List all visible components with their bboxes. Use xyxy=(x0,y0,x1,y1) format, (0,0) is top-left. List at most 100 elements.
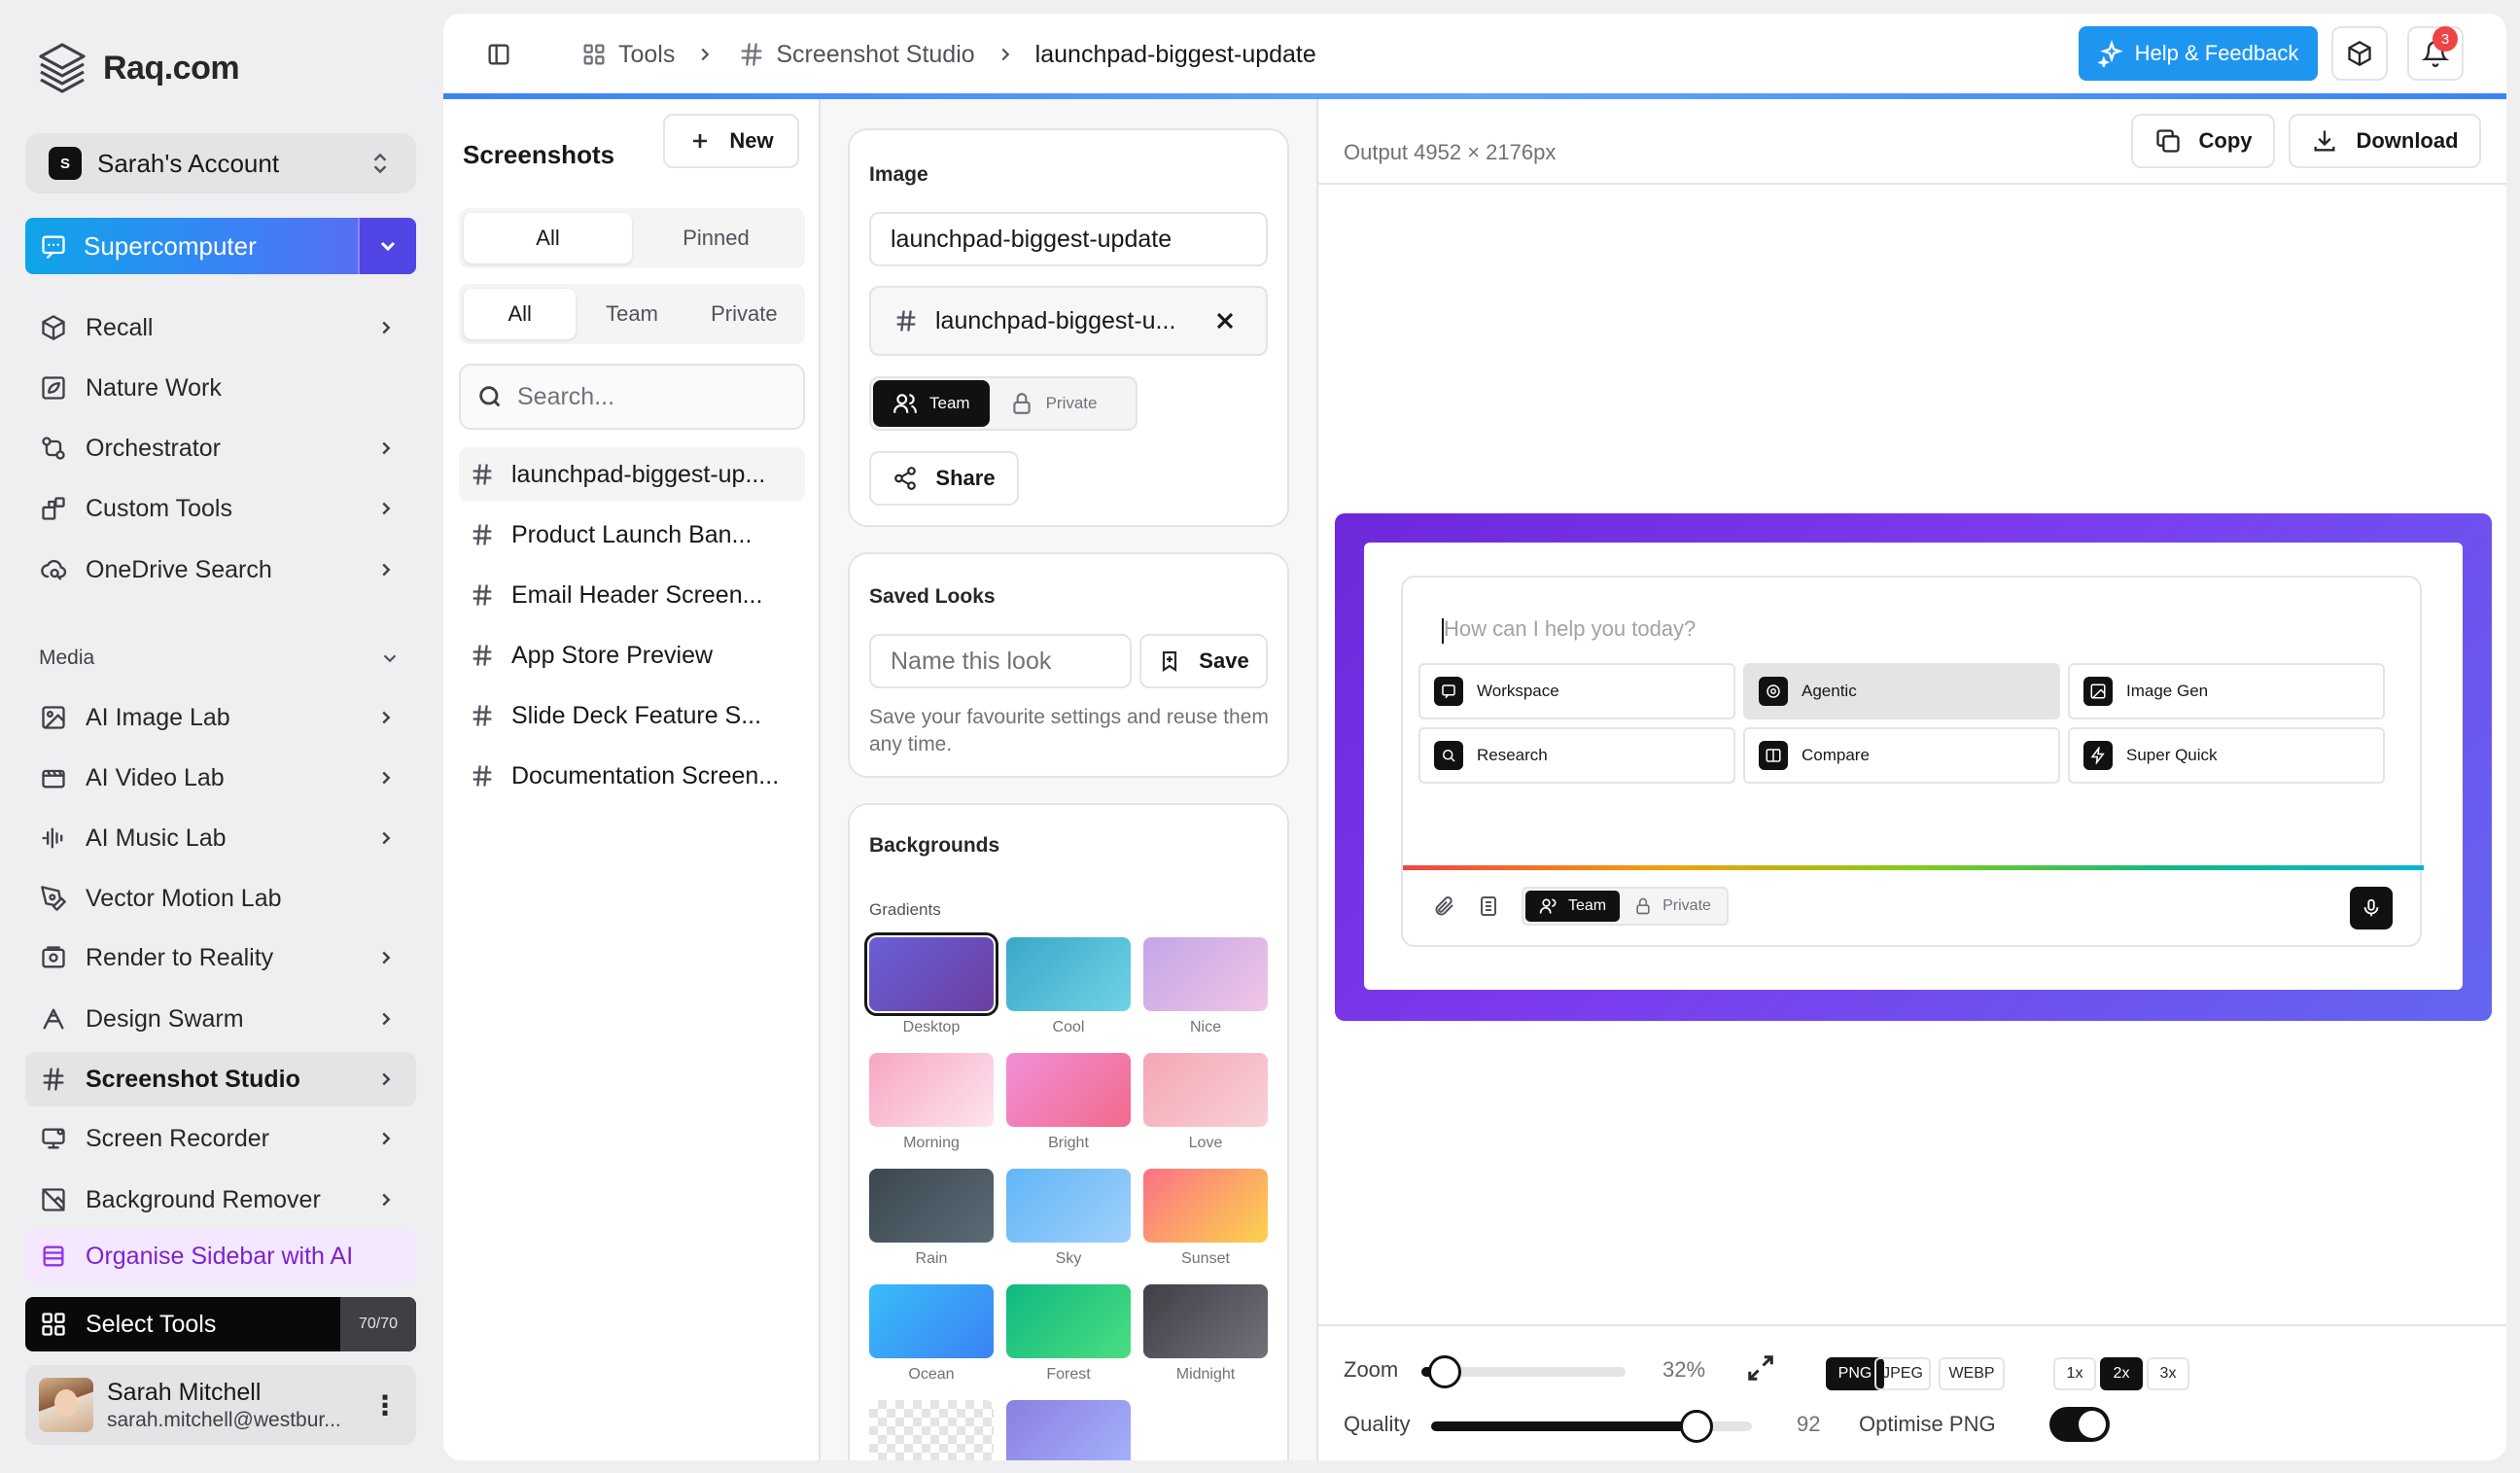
team-option[interactable]: Team xyxy=(873,380,990,427)
sidebar-item-recall[interactable]: Recall xyxy=(25,300,416,355)
account-switcher[interactable]: S Sarah's Account xyxy=(25,133,416,193)
select-tools-button[interactable]: Select Tools 70/70 xyxy=(25,1297,416,1351)
search-input[interactable]: Search... xyxy=(459,364,805,430)
optimise-png-label: Optimise PNG xyxy=(1859,1412,1996,1436)
swatch-extra[interactable] xyxy=(1006,1400,1131,1460)
supercomputer-button[interactable]: Supercomputer xyxy=(25,218,416,274)
swatch-label: Love xyxy=(1188,1135,1223,1151)
scale-2x[interactable]: 2x xyxy=(2100,1357,2143,1390)
main-panel: Tools Screenshot Studio launchpad-bigges… xyxy=(443,14,2506,1460)
bookmark-plus-icon xyxy=(1163,650,1177,673)
swatch-cool[interactable] xyxy=(1006,937,1131,1011)
sidebar-item-ai-video-lab[interactable]: AI Video Lab xyxy=(25,751,416,805)
sidebar-item-label: AI Video Lab xyxy=(86,763,225,791)
sidebar-item-onedrive-search[interactable]: OneDrive Search xyxy=(25,543,416,597)
notifications-button[interactable]: 3 xyxy=(2407,26,2464,81)
swatch-sky[interactable] xyxy=(1006,1169,1131,1243)
image-name-input[interactable]: launchpad-biggest-update xyxy=(869,212,1268,266)
help-feedback-button[interactable]: Help & Feedback xyxy=(2079,26,2318,81)
zoom-slider-handle[interactable] xyxy=(1427,1355,1461,1388)
sidebar-item-label: AI Image Lab xyxy=(86,703,230,731)
swatch-rain[interactable] xyxy=(869,1169,994,1243)
sidebar-item-vector-motion-lab[interactable]: Vector Motion Lab xyxy=(25,871,416,926)
user-avatar xyxy=(39,1378,93,1432)
user-profile[interactable]: Sarah Mitchell sarah.mitchell@westbur...… xyxy=(25,1365,416,1445)
swatch-midnight[interactable] xyxy=(1143,1284,1268,1358)
hash-icon xyxy=(37,1063,70,1096)
screenshot-list-item[interactable]: launchpad-biggest-up... xyxy=(459,447,805,502)
cube-button[interactable] xyxy=(2331,26,2388,81)
swatch-love[interactable] xyxy=(1143,1053,1268,1127)
scale-3x[interactable]: 3x xyxy=(2147,1357,2189,1390)
look-name-input[interactable]: Name this look xyxy=(869,634,1132,688)
screenshot-list-item[interactable]: Documentation Screen... xyxy=(459,749,805,803)
cube-icon xyxy=(2348,40,2371,67)
preview-panel: Output 4952 × 2176px Copy Download How c… xyxy=(1318,99,2506,1460)
organise-sidebar-button[interactable]: Organise Sidebar with AI xyxy=(25,1229,416,1283)
sidebar-item-ai-music-lab[interactable]: AI Music Lab xyxy=(25,811,416,865)
sidebar-item-ai-image-lab[interactable]: AI Image Lab xyxy=(25,690,416,745)
swatch-bright[interactable] xyxy=(1006,1053,1131,1127)
save-label: Save xyxy=(1199,649,1249,673)
copy-button[interactable]: Copy xyxy=(2131,114,2275,168)
quality-slider[interactable] xyxy=(1431,1410,1752,1443)
team-label: Team xyxy=(929,394,970,412)
optimise-png-toggle[interactable] xyxy=(2049,1407,2110,1442)
private-option[interactable]: Private xyxy=(990,380,1117,427)
swatch-label: Ocean xyxy=(908,1366,955,1383)
format-webp[interactable]: WEBP xyxy=(1939,1357,2005,1390)
quality-slider-handle[interactable] xyxy=(1680,1410,1714,1443)
sidebar-toggle-icon[interactable] xyxy=(482,38,515,71)
swatch-forest[interactable] xyxy=(1006,1284,1131,1358)
swatch-desktop[interactable] xyxy=(864,932,998,1016)
sidebar-item-screenshot-studio[interactable]: Screenshot Studio xyxy=(25,1052,416,1106)
filter-visibility-all[interactable]: All xyxy=(464,289,577,339)
format-jpeg[interactable]: JPEG xyxy=(1874,1357,1931,1390)
screenshot-list-item[interactable]: App Store Preview xyxy=(459,628,805,683)
filter-team[interactable]: Team xyxy=(576,289,687,339)
workspace-icon xyxy=(1434,677,1463,706)
swatch-sunset[interactable] xyxy=(1143,1169,1268,1243)
breadcrumb-tools[interactable]: Tools xyxy=(618,41,675,69)
new-label: New xyxy=(729,128,774,153)
screenshot-list-item[interactable]: Email Header Screen... xyxy=(459,568,805,622)
sidebar-item-design-swarm[interactable]: Design Swarm xyxy=(25,992,416,1046)
user-email: sarah.mitchell@westbur... xyxy=(107,1408,341,1431)
swatch-morning[interactable] xyxy=(869,1053,994,1127)
sidebar-item-custom-tools[interactable]: Custom Tools xyxy=(25,481,416,536)
swatch-nice[interactable] xyxy=(1143,937,1268,1011)
screenshot-list-item[interactable]: Product Launch Ban... xyxy=(459,508,805,562)
paperclip-icon xyxy=(1432,894,1455,918)
supercomputer-dropdown[interactable] xyxy=(358,218,416,274)
app-logo[interactable]: Raq.com xyxy=(33,39,240,97)
more-vertical-icon[interactable]: ⋮ xyxy=(371,1389,399,1421)
layers-logo-icon xyxy=(39,43,86,93)
zoom-slider[interactable] xyxy=(1421,1355,1626,1388)
preview-canvas: How can I help you today? Workspace Agent… xyxy=(1335,513,2492,1021)
download-button[interactable]: Download xyxy=(2289,114,2481,168)
sidebar-item-label: OneDrive Search xyxy=(86,555,272,583)
hash-icon xyxy=(472,705,492,726)
sidebar-item-render-to-reality[interactable]: Render to Reality xyxy=(25,930,416,985)
scale-1x[interactable]: 1x xyxy=(2053,1357,2096,1390)
sidebar-item-background-remover[interactable]: Background Remover xyxy=(25,1173,416,1227)
close-icon[interactable] xyxy=(1211,307,1239,334)
new-screenshot-button[interactable]: New xyxy=(663,114,799,168)
media-section-header[interactable]: Media xyxy=(39,647,401,670)
expand-icon[interactable] xyxy=(1746,1353,1775,1383)
save-look-button[interactable]: Save xyxy=(1139,634,1268,688)
swarm-icon xyxy=(37,1002,70,1035)
filter-all[interactable]: All xyxy=(464,213,632,263)
filter-private[interactable]: Private xyxy=(688,289,800,339)
swatch-transparent[interactable] xyxy=(869,1400,994,1460)
sidebar-item-orchestrator[interactable]: Orchestrator xyxy=(25,421,416,475)
share-button[interactable]: Share xyxy=(869,451,1019,506)
filter-pinned[interactable]: Pinned xyxy=(632,213,800,263)
sidebar-item-nature-work[interactable]: Nature Work xyxy=(25,361,416,415)
sparkles-icon xyxy=(2097,40,2123,67)
swatch-ocean[interactable] xyxy=(869,1284,994,1358)
sidebar-item-screen-recorder[interactable]: Screen Recorder xyxy=(25,1111,416,1166)
breadcrumb-studio[interactable]: Screenshot Studio xyxy=(776,41,974,69)
mode-workspace: Workspace xyxy=(1418,663,1735,719)
screenshot-list-item[interactable]: Slide Deck Feature S... xyxy=(459,688,805,743)
